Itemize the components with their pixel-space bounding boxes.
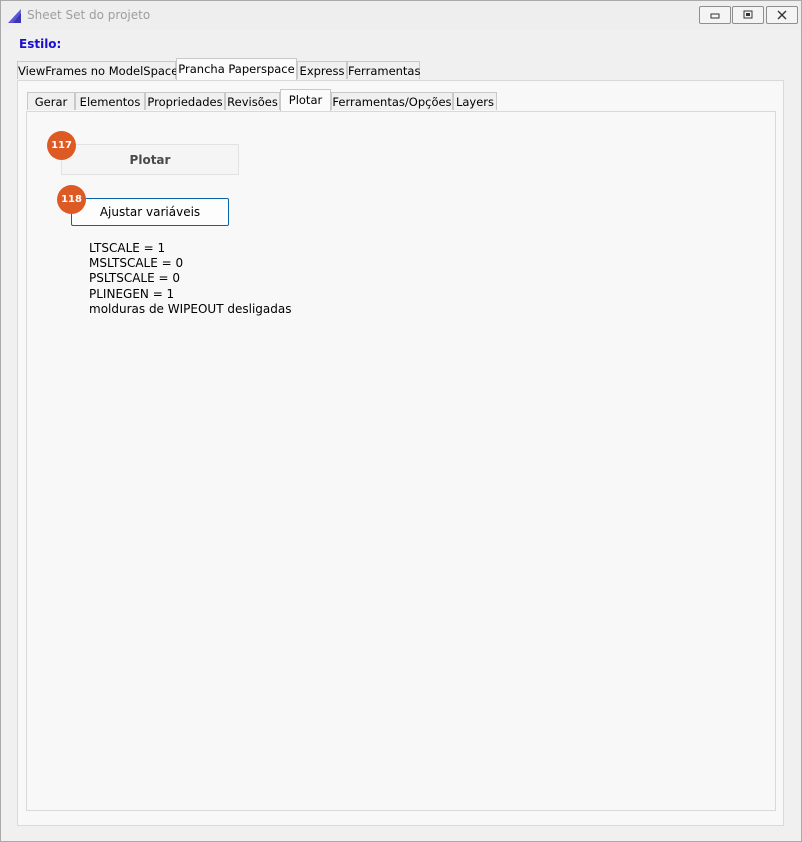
tab-ferramentas[interactable]: Ferramentas (347, 61, 420, 79)
tab-propriedades[interactable]: Propriedades (145, 92, 225, 110)
window-title: Sheet Set do projeto (27, 8, 151, 22)
tab-gerar[interactable]: Gerar (27, 92, 75, 110)
tab-viewframes-modelspace[interactable]: ViewFrames no ModelSpace (17, 61, 178, 79)
tab-express[interactable]: Express (297, 61, 347, 79)
plotar-button[interactable]: Plotar (61, 144, 239, 175)
tab-prancha-paperspace[interactable]: Prancha Paperspace (176, 58, 297, 80)
minimize-icon (710, 13, 720, 19)
tab-plotar[interactable]: Plotar (280, 89, 331, 111)
step-badge-117: 117 (47, 131, 76, 160)
close-icon (777, 10, 787, 20)
restore-button[interactable] (732, 6, 764, 24)
tab-layers[interactable]: Layers (453, 92, 497, 110)
title-bar[interactable]: Sheet Set do projeto (1, 1, 801, 29)
tab-ferramentas-opcoes[interactable]: Ferramentas/Opções (331, 92, 453, 110)
ajustar-variaveis-button[interactable]: Ajustar variáveis (71, 198, 229, 226)
restore-icon (743, 10, 753, 19)
variables-info: LTSCALE = 1 MSLTSCALE = 0 PSLTSCALE = 0 … (89, 241, 291, 317)
info-line-ltscale: LTSCALE = 1 (89, 241, 166, 255)
style-label: Estilo: (19, 37, 62, 51)
info-line-plinegen: PLINEGEN = 1 (89, 286, 175, 301)
info-line-psltscale: PSLTSCALE = 0 (89, 271, 181, 286)
close-button[interactable] (766, 6, 798, 24)
step-badge-118: 118 (57, 185, 86, 214)
tab-elementos[interactable]: Elementos (75, 92, 145, 110)
minimize-button[interactable] (699, 6, 731, 24)
info-line-wipeout: molduras de WIPEOUT desligadas (89, 301, 292, 316)
app-window: Sheet Set do projeto Estilo: ViewFrames … (0, 0, 802, 842)
tab-revisoes[interactable]: Revisões (225, 92, 280, 110)
app-logo-icon (8, 9, 21, 23)
info-line-msltscale: MSLTSCALE = 0 (89, 256, 184, 271)
